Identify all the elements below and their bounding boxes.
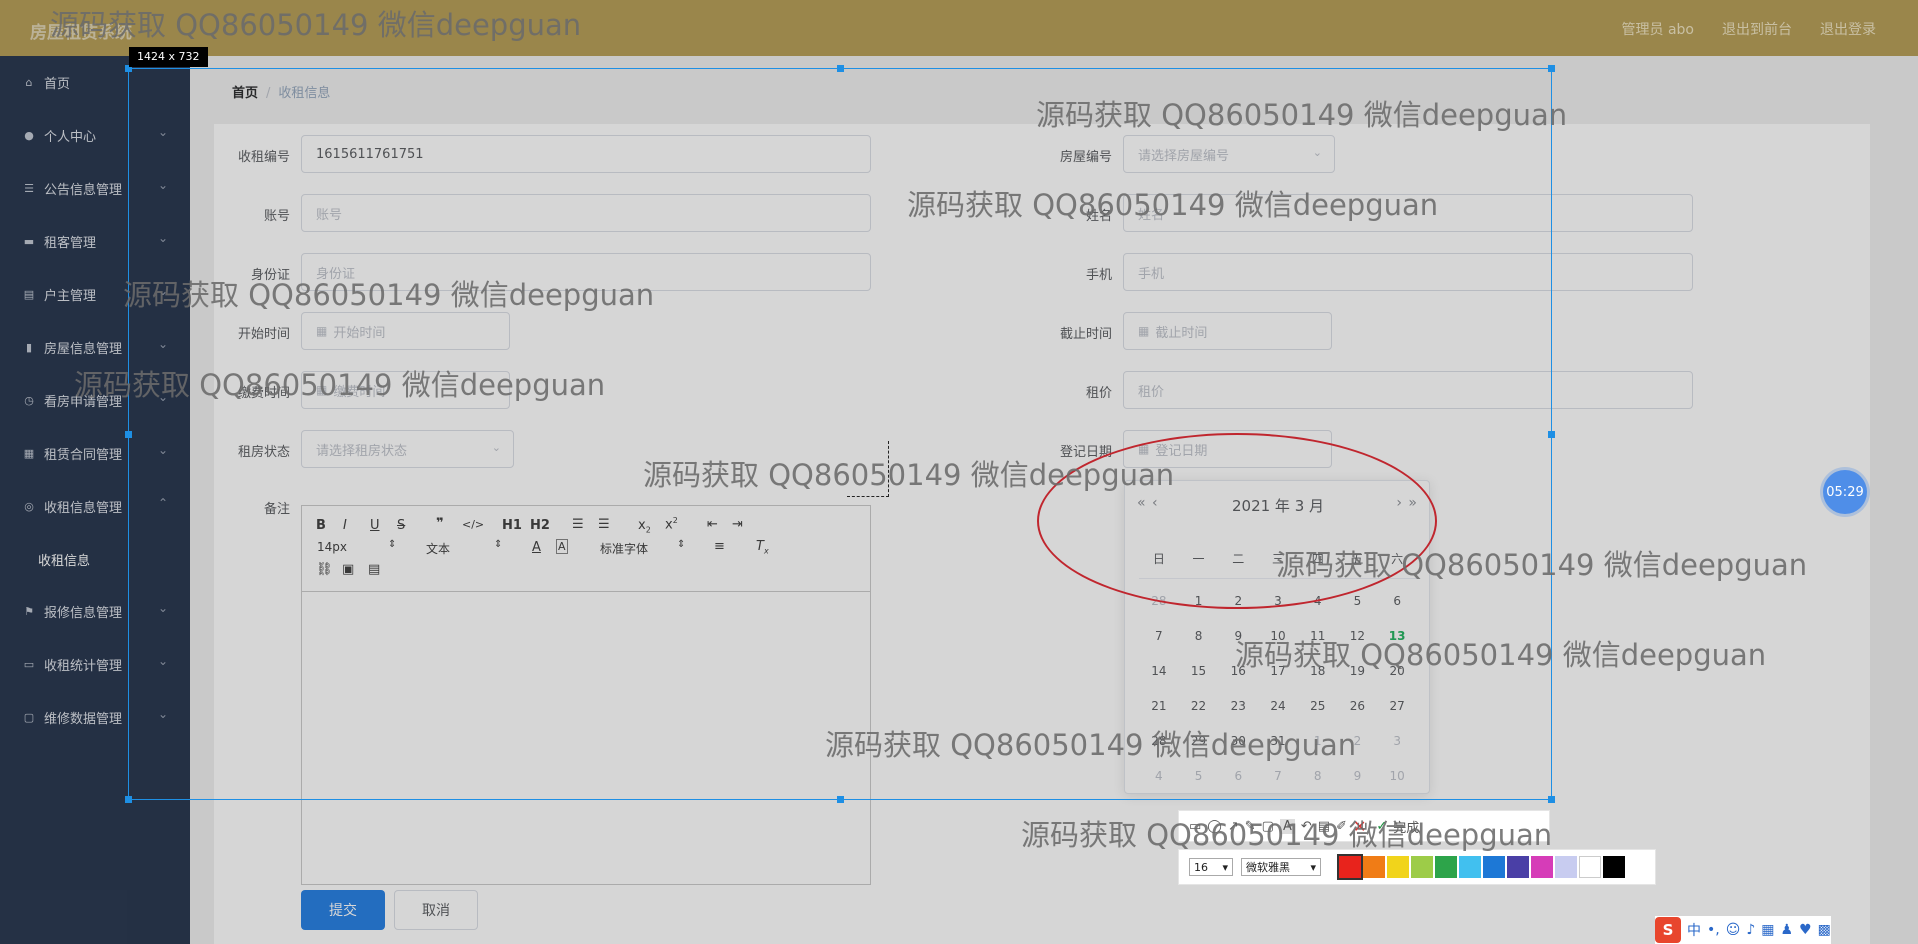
- ime-mode[interactable]: 中: [1687, 920, 1701, 940]
- color-swatch[interactable]: [1507, 856, 1529, 878]
- undo-icon[interactable]: ↶: [1301, 819, 1312, 834]
- font-name-value: 微软雅黑: [1246, 861, 1290, 874]
- pen-tool-icon[interactable]: ✎: [1245, 819, 1256, 834]
- grid-icon[interactable]: ▩: [1818, 922, 1831, 938]
- sidebar-item-label: 租赁合同管理: [44, 448, 123, 463]
- text-tool-icon[interactable]: A: [1279, 818, 1295, 834]
- check-icon[interactable]: ✓: [1376, 819, 1387, 834]
- sogou-logo-icon[interactable]: S: [1655, 917, 1681, 943]
- resize-handle[interactable]: [125, 431, 132, 438]
- font-size-select[interactable]: 16 ▾: [1189, 858, 1233, 876]
- compass-icon: ◎: [24, 500, 34, 513]
- color-swatch[interactable]: [1483, 856, 1505, 878]
- submit-button[interactable]: 提交: [301, 890, 385, 930]
- sidebar-item-label: 看房申请管理: [44, 395, 123, 410]
- color-swatch[interactable]: [1411, 856, 1433, 878]
- screenshot-toolbar: ▭ ◯ ↗ ✎ ▢ A ↶ ▤ ✐ ✕ ✓ 完成: [1178, 810, 1550, 842]
- sidebar-item-label: 个人中心: [44, 130, 97, 145]
- color-swatch[interactable]: [1459, 856, 1481, 878]
- rectangle-tool-icon[interactable]: ▭: [1189, 819, 1201, 834]
- color-swatch[interactable]: [1337, 854, 1363, 880]
- font-size-value: 16: [1194, 860, 1208, 874]
- crosshair-cursor: [847, 441, 889, 497]
- id-card-icon: ▬: [23, 235, 35, 248]
- timer-badge[interactable]: 05:29: [1823, 470, 1867, 514]
- keyboard-icon[interactable]: ▦: [1761, 922, 1774, 938]
- color-swatch[interactable]: [1387, 856, 1409, 878]
- close-icon[interactable]: ✕: [1353, 817, 1366, 836]
- skin-icon[interactable]: ♥: [1799, 922, 1812, 938]
- resize-handle[interactable]: [1548, 65, 1555, 72]
- resize-handle[interactable]: [125, 796, 132, 803]
- user-icon[interactable]: ♟: [1781, 922, 1794, 938]
- user-icon: ●: [24, 129, 34, 142]
- calendar-icon: ▦: [23, 447, 35, 460]
- ellipse-tool-icon[interactable]: ◯: [1207, 819, 1222, 834]
- color-swatch[interactable]: [1603, 856, 1625, 878]
- bar-chart-icon: ▮: [25, 341, 33, 354]
- monitor-icon: ▭: [23, 658, 35, 671]
- home-icon: ⌂: [25, 76, 33, 89]
- ime-toolbar: S 中 •, ☺ ♪ ▦ ♟ ♥ ▩: [1655, 916, 1831, 944]
- arrow-tool-icon[interactable]: ↗: [1228, 819, 1239, 834]
- capture-selection[interactable]: [125, 65, 1555, 803]
- edit-icon[interactable]: ✐: [1336, 819, 1347, 834]
- sidebar-item-label: 公告信息管理: [44, 183, 123, 198]
- dropdown-arrow-icon: ▾: [1222, 860, 1228, 874]
- sidebar-item-label: 维修数据管理: [44, 712, 123, 727]
- cancel-button[interactable]: 取消: [394, 890, 478, 930]
- sidebar-item-label: 报修信息管理: [44, 606, 123, 621]
- menu-icon: ☰: [24, 182, 34, 195]
- logout-link[interactable]: 退出登录: [1820, 19, 1876, 39]
- color-swatch[interactable]: [1579, 856, 1601, 878]
- color-swatch[interactable]: [1531, 856, 1553, 878]
- color-swatch[interactable]: [1363, 856, 1385, 878]
- sidebar-item-label: 租客管理: [44, 236, 97, 251]
- screenshot-style-bar: 16 ▾ 微软雅黑 ▾: [1178, 849, 1656, 885]
- sidebar-item-label: 收租统计管理: [44, 659, 123, 674]
- done-button[interactable]: 完成: [1393, 817, 1419, 836]
- top-bar: 房屋租赁系统 管理员 abo 退出到前台 退出登录: [0, 0, 1918, 56]
- resize-handle[interactable]: [1548, 431, 1555, 438]
- top-links: 管理员 abo 退出到前台 退出登录: [1622, 19, 1876, 39]
- clock-icon: ◷: [24, 394, 34, 407]
- sidebar-item-label: 收租信息管理: [44, 501, 123, 516]
- dropdown-arrow-icon: ▾: [1310, 860, 1316, 874]
- sidebar-item-label: 房屋信息管理: [44, 342, 123, 357]
- punctuation-icon[interactable]: •,: [1707, 922, 1720, 938]
- document-icon: ▤: [23, 288, 35, 301]
- flag-icon: ⚑: [24, 605, 34, 618]
- chat-icon: ▢: [23, 711, 35, 724]
- sidebar-item-label: 首页: [44, 77, 71, 92]
- sidebar-item-label: 户主管理: [44, 289, 97, 304]
- color-swatch[interactable]: [1435, 856, 1457, 878]
- resize-handle[interactable]: [837, 796, 844, 803]
- selection-size-label: 1424 x 732: [129, 47, 208, 67]
- brand-title: 房屋租赁系统: [30, 23, 132, 43]
- resize-handle[interactable]: [1548, 796, 1555, 803]
- admin-link[interactable]: 管理员 abo: [1622, 19, 1694, 39]
- front-link[interactable]: 退出到前台: [1722, 19, 1792, 39]
- save-icon[interactable]: ▤: [1318, 819, 1330, 834]
- mosaic-tool-icon[interactable]: ▢: [1262, 819, 1274, 834]
- color-swatch[interactable]: [1555, 856, 1577, 878]
- color-palette: [1337, 854, 1625, 880]
- resize-handle[interactable]: [837, 65, 844, 72]
- font-name-select[interactable]: 微软雅黑 ▾: [1241, 858, 1321, 876]
- emoji-icon[interactable]: ☺: [1726, 922, 1741, 938]
- microphone-icon[interactable]: ♪: [1746, 922, 1755, 938]
